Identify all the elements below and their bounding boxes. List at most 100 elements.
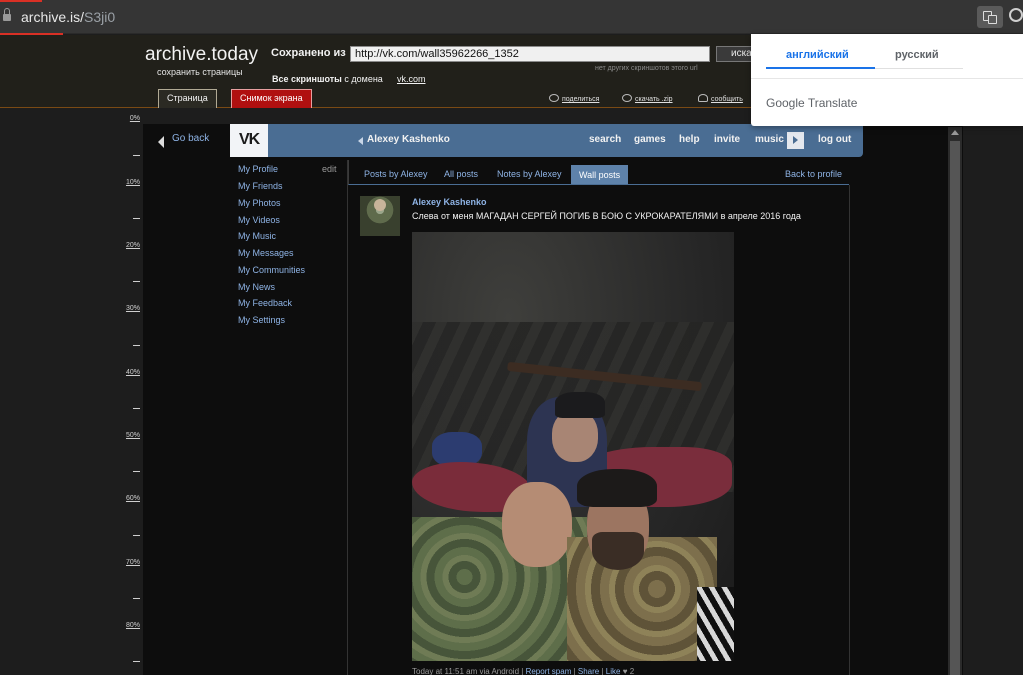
- nav-help[interactable]: help: [679, 134, 700, 145]
- tab-page[interactable]: Страница: [158, 89, 217, 108]
- lock-icon[interactable]: [3, 8, 11, 21]
- translate-icon[interactable]: [977, 6, 1003, 28]
- from-domain-text: с домена: [344, 74, 383, 84]
- download-label: скачать .zip: [635, 96, 673, 103]
- translate-popup: английский русский Google Translate: [751, 34, 1023, 126]
- tab-screenshot[interactable]: Снимок экрана: [231, 89, 312, 108]
- ruler-dash: [133, 281, 140, 282]
- back-to-profile-link[interactable]: Back to profile: [785, 169, 842, 179]
- back-arrow-icon: [358, 137, 363, 145]
- report-link[interactable]: сообщить: [698, 94, 743, 103]
- heart-icon: ♥: [622, 667, 628, 675]
- menu-my-communities[interactable]: My Communities: [238, 265, 305, 275]
- ruler-dash: [133, 535, 140, 536]
- vk-logo[interactable]: VK: [230, 124, 268, 157]
- menu-my-profile[interactable]: My Profile: [238, 164, 278, 174]
- content-divider: [849, 185, 850, 675]
- photo-hat: [577, 469, 657, 507]
- nav-games[interactable]: games: [634, 134, 666, 145]
- share-link[interactable]: поделиться: [549, 94, 599, 103]
- ruler-dash: [133, 471, 140, 472]
- menu-my-photos[interactable]: My Photos: [238, 198, 281, 208]
- translate-target-language[interactable]: русский: [895, 49, 939, 61]
- all-screenshots-text: Все скриншоты: [272, 74, 342, 84]
- google-translate-brand: Google Translate: [766, 96, 858, 110]
- saved-from-label: Сохранено из: [271, 47, 346, 59]
- ruler-label[interactable]: 0%: [130, 115, 140, 122]
- photo-striped-shirt: [697, 587, 734, 661]
- url-path: S3ji0: [84, 9, 116, 25]
- menu-my-videos[interactable]: My Videos: [238, 215, 280, 225]
- translate-source-language[interactable]: английский: [786, 49, 849, 61]
- vk-user-name[interactable]: Alexey Kashenko: [367, 134, 450, 145]
- page-scrollbar[interactable]: [948, 127, 962, 675]
- lightbulb-icon: [698, 94, 708, 102]
- play-icon[interactable]: [787, 132, 804, 149]
- domain-link[interactable]: vk.com: [397, 74, 426, 84]
- search-button[interactable]: иска: [716, 46, 756, 62]
- zoom-icon[interactable]: [1009, 8, 1023, 22]
- share-icon: [549, 94, 559, 102]
- scroll-thumb[interactable]: [950, 141, 960, 675]
- browser-address-bar: archive.is/S3ji0: [0, 0, 1023, 35]
- ruler-dash: [133, 218, 140, 219]
- photo-face: [502, 482, 572, 567]
- vk-logo-text: VK: [239, 131, 260, 148]
- ruler-dash: [133, 408, 140, 409]
- cloud-download-icon: [622, 94, 632, 102]
- post-time: Today at 11:51 am via Android: [412, 667, 520, 675]
- ruler-dash: [133, 661, 140, 662]
- report-spam-link[interactable]: Report spam: [526, 667, 572, 675]
- back-arrow-icon: [158, 136, 164, 148]
- ruler-label[interactable]: 60%: [126, 495, 140, 502]
- post-photo[interactable]: [412, 232, 734, 661]
- archive-logo[interactable]: archive.today: [145, 44, 258, 66]
- ruler-label[interactable]: 30%: [126, 305, 140, 312]
- scroll-ruler: 0% 10% 20% 30% 40% 50% 60% 70% 80%: [120, 112, 140, 675]
- menu-my-friends[interactable]: My Friends: [238, 181, 283, 191]
- ruler-dash: [133, 598, 140, 599]
- ruler-dash: [133, 155, 140, 156]
- menu-my-settings[interactable]: My Settings: [238, 315, 285, 325]
- like-count: 2: [629, 667, 635, 675]
- menu-my-news[interactable]: My News: [238, 282, 275, 292]
- like-link[interactable]: Like: [606, 667, 621, 675]
- ruler-label[interactable]: 10%: [126, 179, 140, 186]
- ruler-label[interactable]: 40%: [126, 369, 140, 376]
- nav-invite[interactable]: invite: [714, 134, 740, 145]
- nav-log-out[interactable]: log out: [818, 134, 851, 145]
- menu-my-feedback[interactable]: My Feedback: [238, 298, 292, 308]
- screen: archive.is/S3ji0 archive.today сохранить…: [0, 0, 1023, 675]
- ruler-label[interactable]: 70%: [126, 559, 140, 566]
- post-author[interactable]: Alexey Kashenko: [412, 197, 487, 207]
- archive-logo-subtitle: сохранить страницы: [157, 67, 243, 77]
- menu-edit-link[interactable]: edit: [322, 164, 337, 174]
- nav-music[interactable]: music: [755, 134, 784, 145]
- go-back-link[interactable]: Go back: [172, 133, 209, 144]
- report-label: сообщить: [711, 96, 743, 103]
- nav-search[interactable]: search: [589, 134, 621, 145]
- share-label: поделиться: [562, 96, 600, 103]
- translate-active-indicator: [766, 67, 875, 69]
- ruler-label[interactable]: 20%: [126, 242, 140, 249]
- tab-all-posts[interactable]: All posts: [444, 169, 478, 179]
- scroll-up-icon[interactable]: [951, 130, 959, 135]
- saved-url-field[interactable]: http://vk.com/wall35962266_1352: [350, 46, 710, 62]
- ruler-label[interactable]: 50%: [126, 432, 140, 439]
- download-zip-link[interactable]: скачать .zip: [622, 94, 673, 103]
- tab-accent: [0, 0, 42, 2]
- tab-wall-posts[interactable]: Wall posts: [571, 165, 629, 184]
- ruler-dash: [133, 345, 140, 346]
- avatar[interactable]: [360, 196, 400, 236]
- tab-posts-by-alexey[interactable]: Posts by Alexey: [364, 169, 428, 179]
- no-other-screenshots-text: нет других скриншотов этого url: [595, 65, 698, 72]
- address-url[interactable]: archive.is/S3ji0: [21, 9, 115, 25]
- share-link[interactable]: Share: [578, 667, 599, 675]
- url-host: archive.is/: [21, 9, 85, 25]
- post-footer: Today at 11:51 am via Android | Report s…: [412, 667, 635, 675]
- menu-my-messages[interactable]: My Messages: [238, 248, 294, 258]
- menu-my-music[interactable]: My Music: [238, 231, 276, 241]
- tab-notes-by-alexey[interactable]: Notes by Alexey: [497, 169, 562, 179]
- ruler-label[interactable]: 80%: [126, 622, 140, 629]
- post-text: Слева от меня МАГАДАН СЕРГЕЙ ПОГИБ В БОЮ…: [412, 211, 801, 221]
